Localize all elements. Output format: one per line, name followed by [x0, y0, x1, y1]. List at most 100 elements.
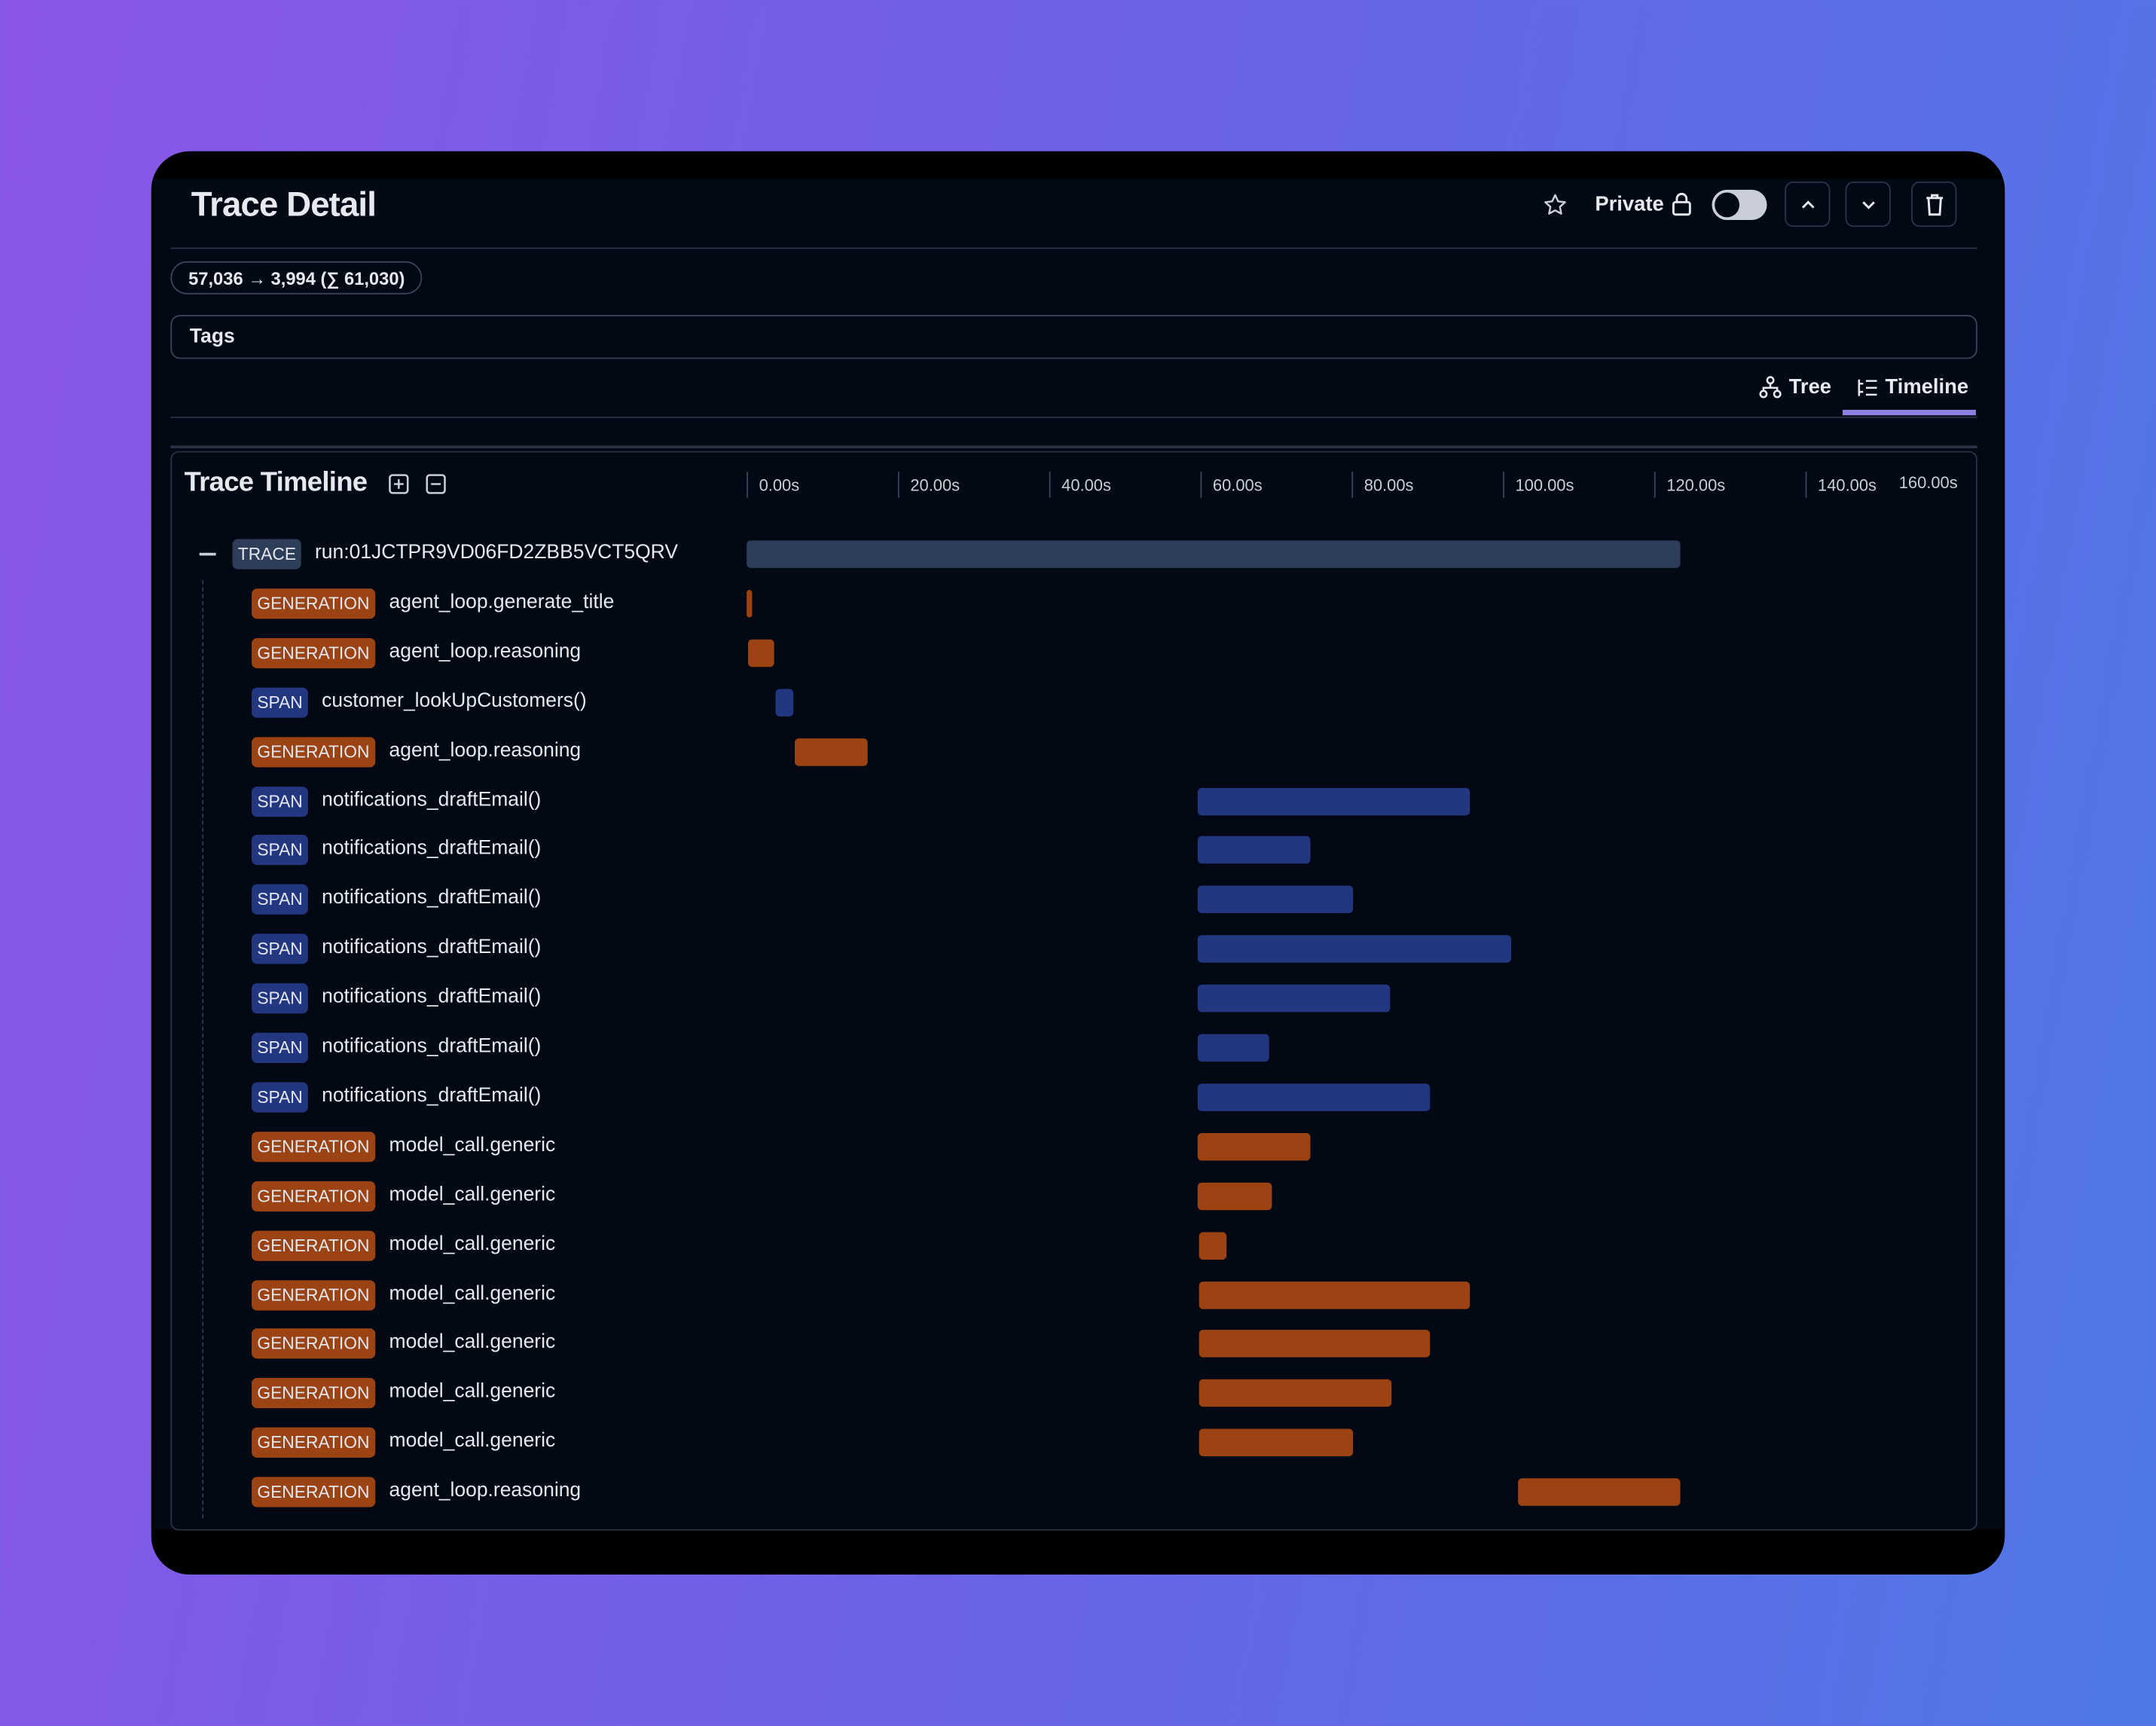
- row-name[interactable]: notifications_draftEmail(): [322, 838, 541, 860]
- tab-tree-label: Tree: [1788, 375, 1832, 399]
- row-name[interactable]: notifications_draftEmail(): [322, 1085, 541, 1107]
- tree-guide-line: [202, 580, 205, 1519]
- tab-timeline[interactable]: Timeline: [1856, 375, 1968, 399]
- row-name[interactable]: notifications_draftEmail(): [322, 936, 541, 958]
- row-name[interactable]: agent_loop.generate_title: [389, 591, 615, 613]
- generation-duration-bar[interactable]: [1197, 1182, 1272, 1210]
- generation-duration-bar[interactable]: [748, 639, 774, 667]
- next-trace-button[interactable]: [1845, 181, 1891, 228]
- span-type-badge: SPAN: [252, 884, 309, 915]
- span-type-badge: SPAN: [252, 1082, 309, 1113]
- axis-tick-label: 0.00s: [759, 475, 800, 496]
- span-type-badge: SPAN: [252, 1032, 309, 1063]
- span-duration-bar[interactable]: [1197, 1083, 1431, 1111]
- previous-trace-button[interactable]: [1785, 181, 1831, 228]
- generation-type-badge: GENERATION: [252, 736, 375, 767]
- span-type-badge: SPAN: [252, 835, 309, 866]
- span-duration-bar[interactable]: [1197, 886, 1354, 914]
- generation-duration-bar[interactable]: [1199, 1379, 1392, 1407]
- axis-tick: [1351, 472, 1354, 498]
- row-name[interactable]: notifications_draftEmail(): [322, 789, 541, 811]
- generation-duration-bar[interactable]: [747, 589, 753, 618]
- collapse-trace-toggle[interactable]: [199, 552, 216, 556]
- generation-type-badge: GENERATION: [252, 1181, 375, 1211]
- row-name[interactable]: notifications_draftEmail(): [322, 887, 541, 909]
- generation-type-badge: GENERATION: [252, 1477, 375, 1508]
- generation-type-badge: GENERATION: [252, 1230, 375, 1261]
- span-duration-bar[interactable]: [1197, 1034, 1269, 1062]
- axis-tick-label: 140.00s: [1818, 475, 1877, 496]
- row-name[interactable]: model_call.generic: [389, 1282, 556, 1304]
- timeline-title: Trace Timeline: [184, 467, 368, 498]
- row-name[interactable]: customer_lookUpCustomers(): [322, 690, 587, 712]
- row-name[interactable]: model_call.generic: [389, 1381, 556, 1403]
- collapse-all-icon[interactable]: [425, 473, 447, 495]
- row-name[interactable]: run:01JCTPR9VD06FD2ZBB5VCT5QRV: [315, 542, 678, 564]
- span-duration-bar[interactable]: [1197, 836, 1311, 865]
- divider: [170, 247, 1977, 249]
- axis-tick: [1654, 472, 1656, 498]
- generation-duration-bar[interactable]: [1199, 1281, 1470, 1309]
- axis-tick: [1805, 472, 1807, 498]
- token-count-badge: 57,036 → 3,994 (∑ 61,030): [170, 261, 423, 295]
- generation-type-badge: GENERATION: [252, 1428, 375, 1459]
- delete-button[interactable]: [1911, 181, 1957, 228]
- row-name[interactable]: model_call.generic: [389, 1332, 556, 1354]
- axis-tick: [747, 472, 748, 498]
- generation-duration-bar[interactable]: [1197, 1132, 1311, 1161]
- span-duration-bar[interactable]: [775, 688, 794, 716]
- generation-type-badge: GENERATION: [252, 1378, 375, 1409]
- star-icon[interactable]: [1543, 193, 1568, 218]
- tab-timeline-label: Timeline: [1885, 375, 1969, 399]
- row-name[interactable]: model_call.generic: [389, 1233, 556, 1255]
- span-type-badge: SPAN: [252, 933, 309, 964]
- span-duration-bar[interactable]: [1197, 985, 1391, 1013]
- trash-icon: [1925, 193, 1943, 215]
- axis-tick: [1049, 472, 1051, 498]
- span-duration-bar[interactable]: [1197, 935, 1512, 964]
- row-name[interactable]: notifications_draftEmail(): [322, 986, 541, 1008]
- span-type-badge: SPAN: [252, 687, 309, 718]
- row-name[interactable]: agent_loop.reasoning: [389, 739, 582, 761]
- generation-duration-bar[interactable]: [1518, 1478, 1681, 1506]
- row-name[interactable]: model_call.generic: [389, 1431, 556, 1453]
- generation-duration-bar[interactable]: [795, 738, 868, 765]
- generation-duration-bar[interactable]: [1199, 1428, 1354, 1457]
- row-name[interactable]: model_call.generic: [389, 1184, 556, 1205]
- span-type-badge: SPAN: [252, 786, 309, 817]
- divider: [170, 445, 1977, 449]
- span-duration-bar[interactable]: [1197, 787, 1470, 815]
- generation-duration-bar[interactable]: [1199, 1330, 1431, 1358]
- axis-tick-label: 60.00s: [1212, 475, 1263, 496]
- span-type-badge: SPAN: [252, 983, 309, 1014]
- divider: [170, 417, 1977, 418]
- tab-tree[interactable]: Tree: [1759, 375, 1831, 399]
- active-tab-indicator: [1842, 409, 1976, 416]
- row-name[interactable]: model_call.generic: [389, 1135, 556, 1156]
- generation-type-badge: GENERATION: [252, 1328, 375, 1360]
- axis-tick-label: 160.00s: [1898, 472, 1958, 493]
- axis-tick: [1200, 472, 1202, 498]
- private-toggle[interactable]: [1712, 189, 1767, 221]
- row-name[interactable]: agent_loop.reasoning: [389, 1480, 582, 1501]
- trace-type-badge: TRACE: [232, 539, 302, 570]
- lock-icon: [1672, 192, 1691, 216]
- tags-field[interactable]: Tags: [170, 314, 1977, 359]
- expand-all-icon[interactable]: [388, 473, 410, 495]
- generation-type-badge: GENERATION: [252, 1279, 375, 1310]
- trace-duration-bar[interactable]: [747, 540, 1681, 568]
- tree-icon: [1759, 376, 1782, 399]
- timeline-icon: [1858, 378, 1877, 396]
- axis-tick: [1503, 472, 1504, 498]
- generation-type-badge: GENERATION: [252, 1131, 375, 1162]
- axis-tick-label: 20.00s: [910, 475, 960, 496]
- trace-detail-panel: Trace Detail Private 57,036 → 3,994 (∑ 6…: [154, 179, 2002, 1531]
- generation-duration-bar[interactable]: [1199, 1231, 1227, 1260]
- generation-type-badge: GENERATION: [252, 637, 375, 668]
- row-name[interactable]: agent_loop.reasoning: [389, 640, 582, 662]
- axis-tick-label: 80.00s: [1364, 475, 1414, 496]
- axis-tick: [897, 472, 899, 498]
- trace-detail-window: Trace Detail Private 57,036 → 3,994 (∑ 6…: [151, 151, 2005, 1575]
- row-name[interactable]: notifications_draftEmail(): [322, 1035, 541, 1057]
- axis-tick-label: 120.00s: [1666, 475, 1726, 496]
